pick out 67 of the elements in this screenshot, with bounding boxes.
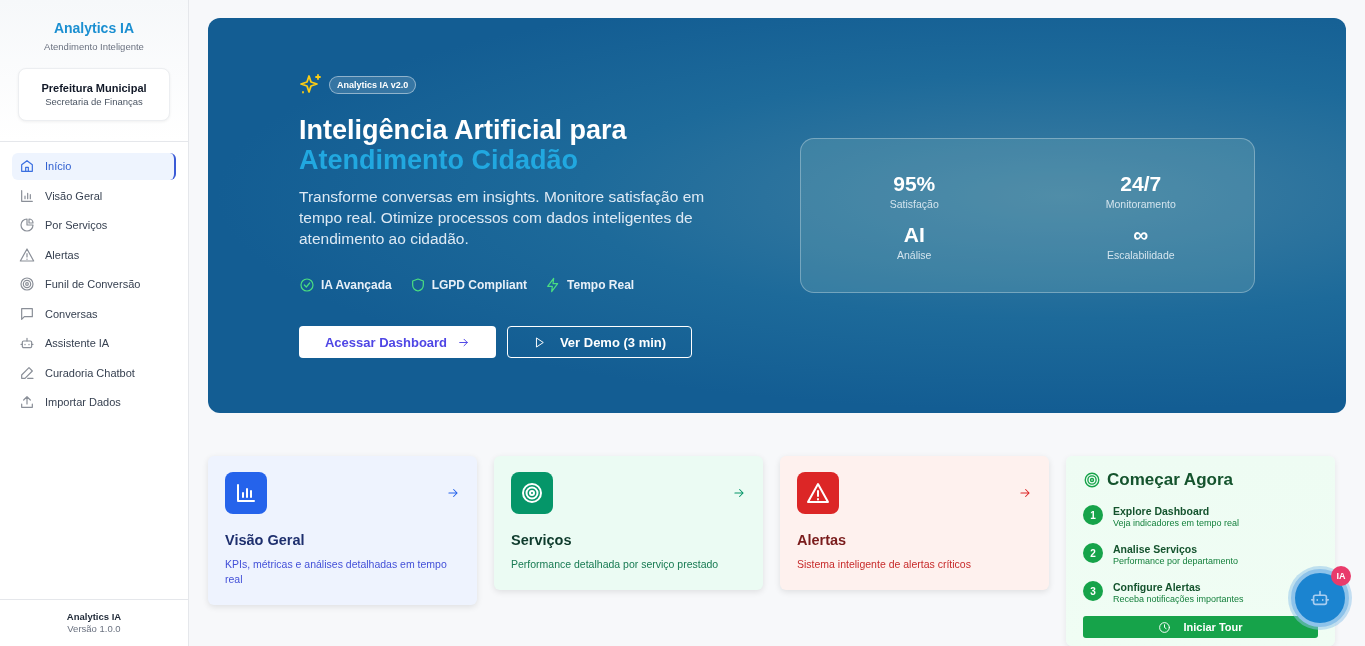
nav-item[interactable]: Funil de Conversão [12,271,176,298]
version-badge: Analytics IA v2.0 [329,76,417,94]
stat-label: Monitoramento [1104,197,1177,210]
feature-label: LGPD Compliant [431,278,528,292]
warning-icon [19,246,35,263]
step-number: 2 [1083,543,1103,563]
feature-card[interactable]: Serviços Performance detalhada por serviço prestado [494,456,763,590]
app-subtitle: Atendimento Inteligente [43,41,145,52]
step-number: 3 [1083,581,1103,601]
stat-label: Análise [896,248,933,261]
feature-label: Tempo Real [567,278,635,292]
chat-bubble-icon [19,305,35,322]
nav-item[interactable]: Conversas [12,300,176,327]
card-description: KPIs, métricas e análises detalhadas em tempo real [225,557,448,587]
feature-card[interactable]: Visão Geral KPIs, métricas e análises detalhadas em tempo real [208,456,477,605]
card-description: Performance detalhada por serviço prestado [511,557,720,572]
step-description: Receba notificações importantes [1113,594,1244,604]
nav-item[interactable]: Por Serviços [12,212,176,239]
check-circle-icon [299,277,315,293]
nav-item[interactable]: Curadoria Chatbot [12,359,176,386]
feature-card[interactable]: Alertas Sistema inteligente de alertas críticos [780,456,1049,590]
arrow-right-icon [1018,486,1032,500]
step-description: Veja indicadores em tempo real [1113,518,1240,528]
organization-name: Prefeitura Municipal [40,82,148,94]
hero-title: Inteligência Artificial para [299,115,627,145]
pie-chart-icon [19,217,35,234]
card-title: Alertas [797,532,848,548]
demo-button[interactable]: Ver Demo (3 min) [507,326,692,358]
app-name: Analytics IA [65,611,123,622]
clock-icon [1158,620,1172,634]
ai-badge: IA [1331,566,1351,586]
card-title: Serviços [511,532,573,548]
stat-label: Satisfação [888,197,940,210]
stat-value: 24/7 [1119,170,1163,197]
house-icon [19,158,35,175]
stat-label: Escalabilidade [1105,248,1176,261]
step-number: 1 [1083,505,1103,525]
card-description: Sistema inteligente de alertas críticos [797,557,972,572]
target-icon [19,276,35,293]
department-name: Secretaria de Finanças [44,96,144,107]
step-description: Performance por departamento [1113,556,1239,566]
version-text: Versão 1.0.0 [66,623,122,634]
shield-icon [409,277,426,293]
arrow-right-icon [732,486,746,500]
nav-item[interactable]: Início [12,153,176,180]
bar-chart-icon [19,187,35,204]
access-dashboard-button[interactable]: Acessar Dashboard [299,326,496,358]
nav-item[interactable]: Importar Dados [12,389,176,416]
target-icon [1083,471,1101,489]
hero-title-highlight: Atendimento Cidadão [299,145,578,175]
stat-value: ∞ [1132,221,1150,248]
nav-item[interactable]: Alertas [12,241,176,268]
nav-item[interactable]: Visão Geral [12,182,176,209]
arrow-right-icon [446,486,460,500]
step-title: Configure Alertas [1113,581,1202,593]
step-title: Explore Dashboard [1113,505,1211,517]
pen-icon [19,364,35,381]
step-title: Analise Serviços [1113,543,1199,555]
stat-value: 95% [892,170,937,197]
feature-label: IA Avançada [321,278,392,292]
nav-item[interactable]: Assistente IA [12,330,176,357]
card-title: Visão Geral [225,532,306,548]
stat-value: AI [902,221,926,248]
get-started-title: Começar Agora [1107,470,1233,490]
app-title: Analytics IA [52,20,136,36]
upload-icon [19,394,35,411]
hero-description: Transforme conversas em insights. Monitore satisfação em tempo real. Otimize processos com dados inteligentes de atendimento ao cidadão. [299,187,706,249]
